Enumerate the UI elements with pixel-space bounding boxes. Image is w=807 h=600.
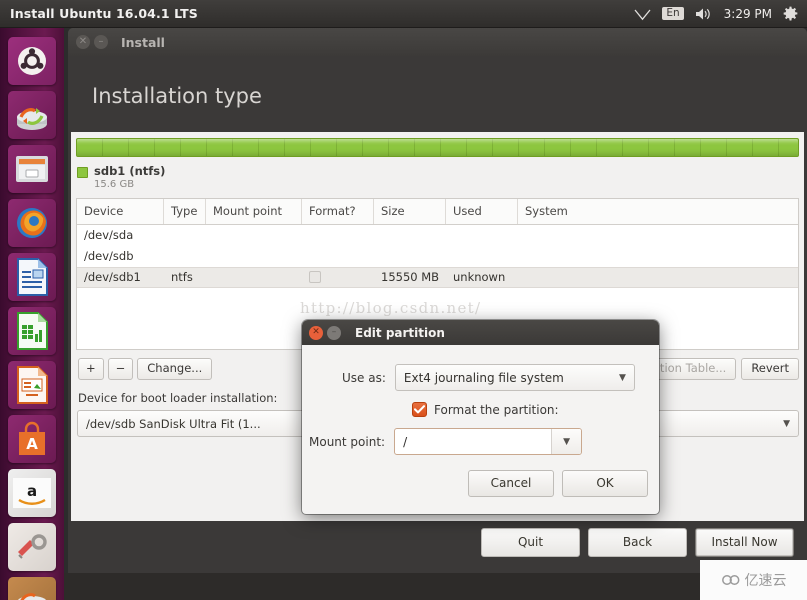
installer-titlebar: ✕ – Install — [68, 28, 807, 56]
desktop-background — [64, 573, 807, 600]
launcher-item-files[interactable] — [8, 145, 56, 193]
chevron-down-icon: ▼ — [618, 372, 626, 383]
watermark-logo: 亿速云 — [700, 560, 807, 600]
volume-icon[interactable] — [695, 7, 713, 21]
use-as-combobox[interactable]: Ext4 journaling file system ▼ — [394, 364, 635, 391]
table-row[interactable]: /dev/sda — [77, 225, 798, 246]
wifi-icon[interactable] — [634, 7, 651, 21]
launcher-item-amazon[interactable]: a — [8, 469, 56, 517]
launcher-item-ubuntu-dash[interactable] — [8, 37, 56, 85]
add-partition-button[interactable]: + — [78, 357, 104, 381]
cancel-button[interactable]: Cancel — [468, 470, 554, 497]
partition-table-header: Device Type Mount point Format? Size Use… — [77, 198, 798, 225]
panel-app-title: Install Ubuntu 16.04.1 LTS — [10, 6, 198, 21]
revert-button[interactable]: Revert — [741, 357, 799, 381]
remove-partition-button[interactable]: − — [107, 357, 134, 381]
launcher-item-system-settings[interactable] — [8, 523, 56, 571]
use-as-value: Ext4 journaling file system — [403, 370, 564, 385]
gear-icon[interactable] — [783, 6, 798, 21]
svg-text:a: a — [27, 482, 37, 500]
mount-point-label: Mount point: — [309, 434, 386, 449]
launcher-item-libreoffice-calc[interactable] — [8, 307, 56, 355]
cell-device: /dev/sdb1 — [84, 270, 141, 285]
column-header-mount-point[interactable]: Mount point — [206, 198, 302, 224]
format-checkbox[interactable] — [309, 271, 321, 284]
column-header-type[interactable]: Type — [164, 198, 206, 224]
installer-minimize-icon[interactable]: – — [94, 35, 108, 49]
use-as-row: Use as: Ext4 journaling file system ▼ — [302, 345, 659, 391]
panel-indicators: En 3:29 PM — [634, 6, 807, 21]
edit-partition-dialog: ✕ – Edit partition Use as: Ext4 journali… — [302, 320, 659, 514]
dialog-buttons: Cancel OK — [302, 455, 659, 497]
cloud-icon — [721, 575, 739, 585]
column-header-used[interactable]: Used — [446, 198, 518, 224]
legend-partition-size: 15.6 GB — [94, 179, 135, 191]
cell-device: /dev/sdb — [84, 249, 134, 264]
screen: Install Ubuntu 16.04.1 LTS En 3:29 PM A … — [0, 0, 807, 600]
column-header-device[interactable]: Device — [77, 198, 164, 224]
legend-color-swatch — [77, 167, 88, 178]
cell-type: ntfs — [171, 270, 193, 285]
launcher-item-install-ubuntu[interactable] — [8, 91, 56, 139]
dialog-title: Edit partition — [355, 325, 445, 340]
page-title: Installation type — [92, 84, 262, 108]
cell-used: unknown — [453, 270, 506, 285]
launcher-item-disks[interactable] — [8, 577, 56, 600]
unity-top-panel: Install Ubuntu 16.04.1 LTS En 3:29 PM — [0, 0, 807, 28]
cell-device: /dev/sda — [84, 228, 134, 243]
ok-button[interactable]: OK — [562, 470, 648, 497]
unity-launcher: A a — [0, 28, 64, 600]
column-header-format[interactable]: Format? — [302, 198, 374, 224]
minimize-icon[interactable]: – — [327, 325, 341, 340]
quit-button[interactable]: Quit — [481, 528, 580, 557]
launcher-item-firefox[interactable] — [8, 199, 56, 247]
partition-bar-container — [71, 132, 804, 157]
format-partition-label: Format the partition: — [434, 402, 559, 417]
chevron-down-icon[interactable]: ▼ — [551, 429, 582, 454]
use-as-label: Use as: — [342, 370, 386, 385]
partition-legend: sdb1 (ntfs) 15.6 GB — [71, 157, 804, 196]
legend-partition-name: sdb1 (ntfs) — [94, 164, 166, 178]
cell-size: 15550 MB — [381, 270, 440, 285]
close-icon[interactable]: ✕ — [309, 325, 323, 340]
partition-usage-bar — [76, 138, 799, 157]
navigation-buttons: Quit Back Install Now — [71, 528, 804, 557]
installer-window-title: Install — [121, 34, 165, 50]
launcher-item-libreoffice-writer[interactable] — [8, 253, 56, 301]
keyboard-layout-indicator[interactable]: En — [662, 6, 684, 21]
bootloader-device-value: /dev/sdb SanDisk Ultra Fit (1... — [86, 416, 261, 431]
chevron-down-icon: ▼ — [783, 418, 790, 429]
mount-point-row: Mount point: / ▼ — [302, 417, 659, 455]
format-partition-checkbox[interactable] — [412, 402, 427, 417]
cell-format-checkbox[interactable] — [302, 271, 374, 284]
watermark-logo-text: 亿速云 — [744, 573, 787, 589]
mount-point-combobox[interactable]: / ▼ — [394, 428, 583, 455]
table-row[interactable]: /dev/sdb — [77, 246, 798, 267]
launcher-item-ubuntu-software[interactable]: A — [8, 415, 56, 463]
mount-point-input[interactable]: / — [395, 429, 551, 454]
column-header-size[interactable]: Size — [374, 198, 446, 224]
change-partition-button[interactable]: Change... — [137, 357, 213, 381]
installer-close-icon[interactable]: ✕ — [76, 35, 90, 49]
format-partition-row[interactable]: Format the partition: — [302, 391, 659, 417]
clock-indicator[interactable]: 3:29 PM — [724, 7, 772, 21]
table-row[interactable]: /dev/sdb1 ntfs 15550 MB unknown — [77, 266, 798, 288]
back-button[interactable]: Back — [588, 528, 687, 557]
dialog-titlebar: ✕ – Edit partition — [302, 320, 659, 345]
launcher-item-libreoffice-impress[interactable] — [8, 361, 56, 409]
column-header-system[interactable]: System — [518, 199, 798, 224]
install-now-button[interactable]: Install Now — [695, 528, 794, 557]
svg-text:A: A — [26, 435, 38, 453]
